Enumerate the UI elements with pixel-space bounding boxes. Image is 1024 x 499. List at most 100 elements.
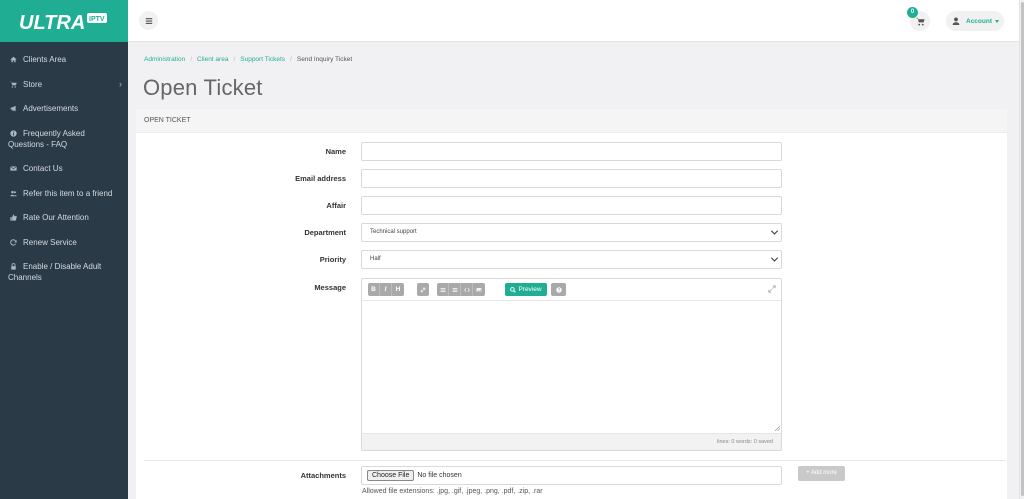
italic-button[interactable]: I — [380, 283, 392, 296]
bold-button[interactable]: B — [368, 283, 380, 296]
choose-file-button[interactable]: Choose File — [367, 470, 415, 481]
editor-status-bar: lines: 0 words: 0 saved — [362, 433, 781, 450]
insert-button-group — [437, 283, 485, 296]
home-icon — [8, 54, 19, 65]
cart-count-badge: 0 — [907, 7, 918, 18]
sidebar-item-advertisements[interactable]: Advertisements — [0, 103, 128, 114]
sidebar-item-label: Renew Service — [23, 237, 77, 247]
sidebar-item-label: Enable / Disable Adult Channels — [8, 262, 102, 282]
image-button[interactable] — [473, 283, 485, 296]
department-selected-value: Technical support — [370, 229, 417, 235]
sidebar-item-refer-friend[interactable]: Refer this item to a friend — [0, 188, 128, 199]
email-label: Email address — [295, 174, 346, 183]
affair-input[interactable] — [361, 196, 782, 215]
editor-resize-handle[interactable] — [774, 424, 781, 432]
hamburger-icon — [145, 17, 152, 24]
code-button[interactable] — [461, 283, 473, 296]
sidebar-item-label: Clients Area — [23, 55, 67, 64]
breadcrumb-administration[interactable]: Administration — [144, 56, 185, 63]
breadcrumb-separator: / — [190, 56, 192, 63]
search-icon — [510, 286, 517, 293]
sidebar-item-label: Store — [23, 79, 43, 89]
page-scrollbar[interactable] — [1019, 0, 1024, 499]
shopping-cart-icon — [8, 79, 19, 90]
link-icon — [420, 287, 426, 292]
allowed-extensions-text: Allowed file extensions: .jpg, .gif, .jp… — [362, 488, 543, 495]
panel-title: Open Ticket — [136, 109, 1007, 133]
numbered-list-button[interactable] — [449, 283, 461, 296]
sidebar-item-label: Refer this item to a friend — [23, 188, 113, 198]
message-editor: B I H Preview lines: 0 words: 0 saved — [361, 278, 782, 451]
breadcrumb-separator: / — [290, 56, 292, 63]
affair-label: Affair — [326, 201, 346, 210]
caret-down-icon — [995, 19, 999, 23]
breadcrumb-support-tickets[interactable]: Support Tickets — [240, 56, 285, 63]
priority-select[interactable]: Half — [361, 250, 782, 269]
svg-text:ULTRA: ULTRA — [19, 12, 85, 34]
thumbs-up-icon — [8, 212, 19, 223]
page-title: Open Ticket — [143, 75, 263, 100]
email-input[interactable] — [361, 169, 782, 188]
help-button-group — [551, 283, 566, 296]
sidebar-item-label: Contact Us — [23, 164, 63, 173]
breadcrumb-client-area[interactable]: Client area — [197, 56, 228, 63]
sidebar: ULTRA IPTV Clients Area Store › Advertis… — [0, 0, 128, 499]
heading-button[interactable]: H — [392, 283, 404, 296]
sidebar-item-label: Rate Our Attention — [23, 213, 89, 222]
preview-label: Preview — [518, 286, 542, 293]
shopping-cart-icon — [915, 17, 925, 26]
sidebar-item-renew-service[interactable]: Renew Service — [0, 237, 128, 248]
menu-toggle-button[interactable] — [139, 11, 158, 30]
user-icon — [952, 17, 960, 25]
sidebar-item-rate-attention[interactable]: Rate Our Attention — [0, 212, 128, 223]
code-icon — [463, 287, 470, 292]
bullet-list-button[interactable] — [437, 283, 449, 296]
department-select[interactable]: Technical support — [361, 223, 782, 242]
preview-button[interactable]: Preview — [505, 283, 547, 296]
chevron-down-icon — [770, 254, 779, 262]
svg-text:IPTV: IPTV — [89, 16, 105, 23]
sidebar-item-contact-us[interactable]: Contact Us — [0, 163, 128, 174]
sidebar-item-adult-channels[interactable]: Enable / Disable Adult Channels — [0, 261, 128, 283]
sidebar-nav: Clients Area Store › Advertisements Freq… — [0, 42, 128, 283]
chevron-right-icon: › — [119, 78, 122, 89]
message-label: Message — [314, 283, 346, 292]
envelope-icon — [8, 163, 19, 174]
sidebar-item-faq[interactable]: Frequently Asked Questions - FAQ — [0, 128, 128, 150]
breadcrumb-current: Send Inquiry Ticket — [296, 56, 353, 63]
bullhorn-icon — [8, 103, 19, 114]
add-more-button[interactable]: + Add more — [798, 466, 845, 481]
priority-label: Priority — [319, 255, 346, 264]
refresh-icon — [8, 237, 19, 248]
attachment-file-input[interactable]: Choose File No file chosen — [361, 466, 782, 485]
scrollbar-thumb[interactable] — [1020, 2, 1024, 496]
breadcrumb: Administration / Client area / Support T… — [144, 56, 352, 63]
attachments-label: Attachments — [300, 471, 346, 480]
format-button-group: B I H — [368, 283, 404, 296]
priority-selected-value: Half — [370, 256, 381, 262]
breadcrumb-separator: / — [233, 56, 236, 63]
list-ul-icon — [440, 287, 445, 292]
link-button[interactable] — [417, 283, 429, 296]
topbar: 0 Account — [128, 0, 1019, 42]
fullscreen-button[interactable] — [768, 285, 776, 293]
resize-grip-icon — [774, 425, 781, 432]
account-menu-button[interactable]: Account — [946, 11, 1004, 31]
lock-icon — [8, 261, 19, 272]
department-label: Department — [304, 228, 346, 237]
sidebar-item-clients-area[interactable]: Clients Area — [0, 54, 128, 65]
sidebar-item-label: Advertisements — [23, 104, 79, 113]
users-icon — [8, 188, 19, 199]
info-icon — [8, 128, 19, 139]
account-label: Account — [966, 17, 992, 25]
help-button[interactable] — [551, 283, 566, 296]
name-label: Name — [325, 147, 346, 156]
chevron-down-icon — [770, 227, 779, 235]
ultra-iptv-logo: ULTRA IPTV — [19, 12, 107, 34]
question-circle-icon — [555, 286, 562, 293]
sidebar-item-store[interactable]: Store › — [0, 79, 128, 90]
link-button-group — [417, 283, 429, 296]
logo-area[interactable]: ULTRA IPTV — [0, 0, 128, 42]
name-input[interactable] — [361, 142, 782, 161]
no-file-text: No file chosen — [417, 472, 462, 479]
